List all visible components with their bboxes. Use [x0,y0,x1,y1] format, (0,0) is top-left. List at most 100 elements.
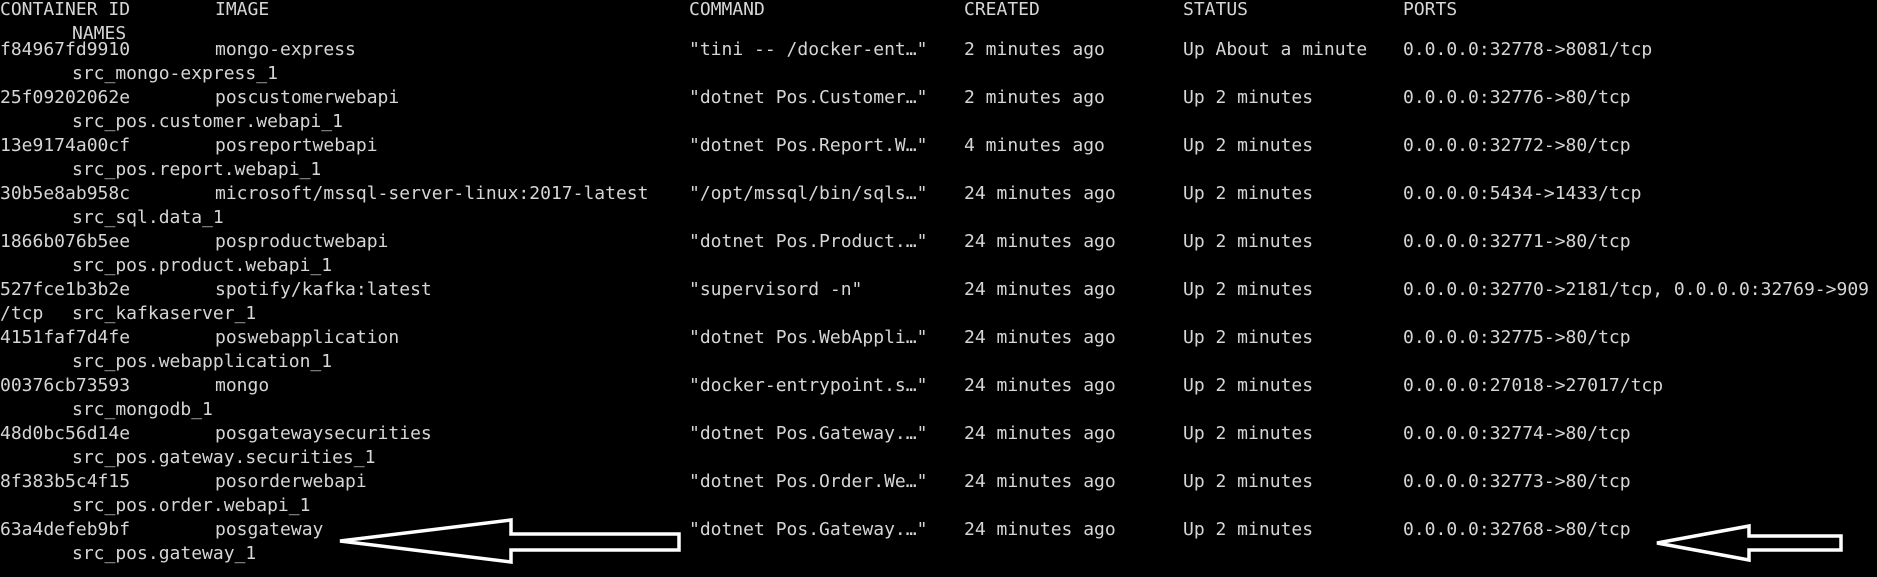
table-row-names: src_mongo-express_1 [0,62,1877,86]
table-row: f84967fd9910 mongo-express "tini -- /docke… [0,38,1877,62]
cell-created: 24 minutes ago [964,279,1116,300]
cell-container-id: 25f09202062e [0,87,131,108]
cell-status: Up 2 minutes [1183,231,1314,252]
cell-command: "tini -- /docker-ent…" [689,39,928,60]
ports-pointer-arrow [1656,523,1843,563]
cell-container-id: 13e9174a00cf [0,135,131,156]
cell-status: Up About a minute [1183,39,1368,60]
cell-status: Up 2 minutes [1183,375,1314,396]
header-created: CREATED [964,0,1040,20]
cell-command: "dotnet Pos.Product.…" [689,231,928,252]
cell-command: "dotnet Pos.Customer…" [689,87,928,108]
table-row: 1866b076b5ee posproductwebapi "dotnet Pos.… [0,230,1877,254]
header-container-id: CONTAINER ID [0,0,131,20]
table-row-names: src_pos.order.webapi_1 [0,494,1877,518]
table-row-names: /tcp src_kafkaserver_1 [0,302,1877,326]
cell-names: src_sql.data_1 [72,207,224,228]
cell-container-id: 63a4defeb9bf [0,519,131,540]
cell-ports: 0.0.0.0:32773->80/tcp [1403,471,1631,492]
cell-status: Up 2 minutes [1183,423,1314,444]
cell-container-id: 30b5e8ab958c [0,183,131,204]
table-row: 25f09202062e poscustomerwebapi "dotnet Pos… [0,86,1877,110]
cell-created: 24 minutes ago [964,519,1116,540]
header-status: STATUS [1183,0,1249,20]
cell-image: poscustomerwebapi [215,87,400,108]
table-row-names: src_pos.report.webapi_1 [0,158,1877,182]
cell-created: 24 minutes ago [964,231,1116,252]
cell-container-id: 4151faf7d4fe [0,327,131,348]
cell-container-id: f84967fd9910 [0,39,131,60]
cell-created: 24 minutes ago [964,183,1116,204]
cell-names: src_pos.gateway_1 [72,543,257,564]
cell-image: posproductwebapi [215,231,389,252]
cell-command: "docker-entrypoint.s…" [689,375,928,396]
cell-ports: 0.0.0.0:32774->80/tcp [1403,423,1631,444]
cell-created: 2 minutes ago [964,87,1105,108]
cell-ports: 0.0.0.0:32768->80/tcp [1403,519,1631,540]
cell-container-id: 527fce1b3b2e [0,279,131,300]
cell-names: src_pos.customer.webapi_1 [72,111,343,132]
cell-status: Up 2 minutes [1183,87,1314,108]
table-row: 8f383b5c4f15 posorderwebapi "dotnet Pos.Or… [0,470,1877,494]
cell-image: microsoft/mssql-server-linux:2017-latest [215,183,649,204]
header-command: COMMAND [689,0,765,20]
cell-names: src_kafkaserver_1 [72,303,257,324]
cell-names: src_pos.report.webapi_1 [72,159,322,180]
cell-image: mongo [215,375,270,396]
cell-ports: 0.0.0.0:32778->8081/tcp [1403,39,1653,60]
cell-ports: 0.0.0.0:5434->1433/tcp [1403,183,1642,204]
terminal-window[interactable]: CONTAINER ID IMAGE COMMAND CREATED STATU… [0,0,1877,577]
cell-command: "dotnet Pos.WebAppli…" [689,327,928,348]
cell-image: posorderwebapi [215,471,367,492]
cell-image: poswebapplication [215,327,400,348]
cell-command: "dotnet Pos.Report.W…" [689,135,928,156]
cell-names: src_pos.product.webapi_1 [72,255,333,276]
cell-status: Up 2 minutes [1183,327,1314,348]
cell-image: posgatewaysecurities [215,423,432,444]
table-row-names: src_pos.gateway.securities_1 [0,446,1877,470]
table-row-names: src_pos.webapplication_1 [0,350,1877,374]
cell-command: "dotnet Pos.Order.We…" [689,471,928,492]
cell-names: src_mongo-express_1 [72,63,278,84]
cell-created: 4 minutes ago [964,135,1105,156]
cell-created: 24 minutes ago [964,423,1116,444]
header-row: CONTAINER ID IMAGE COMMAND CREATED STATU… [0,0,1877,22]
table-row-names: src_pos.product.webapi_1 [0,254,1877,278]
table-row: 00376cb73593 mongo "docker-entrypoint.s…" 2… [0,374,1877,398]
cell-image: spotify/kafka:latest [215,279,432,300]
cell-created: 24 minutes ago [964,375,1116,396]
cell-container-id: 1866b076b5ee [0,231,131,252]
image-pointer-arrow [339,518,681,564]
cell-command: "dotnet Pos.Gateway.…" [689,519,928,540]
cell-status: Up 2 minutes [1183,519,1314,540]
cell-names: src_pos.webapplication_1 [72,351,333,372]
cell-created: 24 minutes ago [964,327,1116,348]
cell-image: posreportwebapi [215,135,378,156]
cell-container-id: 00376cb73593 [0,375,131,396]
cell-image: posgateway [215,519,324,540]
cell-ports: 0.0.0.0:32772->80/tcp [1403,135,1631,156]
cell-ports: 0.0.0.0:32776->80/tcp [1403,87,1631,108]
cell-names: src_pos.gateway.securities_1 [72,447,376,468]
table-row-names: src_pos.gateway_1 [0,542,1877,566]
cell-created: 2 minutes ago [964,39,1105,60]
cell-status: Up 2 minutes [1183,183,1314,204]
cell-container-id: 48d0bc56d14e [0,423,131,444]
cell-ports: 0.0.0.0:27018->27017/tcp [1403,375,1664,396]
table-row: 30b5e8ab958c microsoft/mssql-server-linux… [0,182,1877,206]
cell-names: src_pos.order.webapi_1 [72,495,311,516]
table-row: 63a4defeb9bf posgateway "dotnet Pos.Gatewa… [0,518,1877,542]
cell-ports: 0.0.0.0:32775->80/tcp [1403,327,1631,348]
cell-ports: 0.0.0.0:32770->2181/tcp, 0.0.0.0:32769->… [1403,279,1869,300]
cell-image: mongo-express [215,39,356,60]
cell-status: Up 2 minutes [1183,135,1314,156]
table-row-names: src_sql.data_1 [0,206,1877,230]
table-row-names: src_mongodb_1 [0,398,1877,422]
cell-command: "dotnet Pos.Gateway.…" [689,423,928,444]
cell-ports-wrap: /tcp [0,303,44,324]
cell-ports: 0.0.0.0:32771->80/tcp [1403,231,1631,252]
header-image: IMAGE [215,0,270,20]
cell-status: Up 2 minutes [1183,279,1314,300]
cell-status: Up 2 minutes [1183,471,1314,492]
table-row: 48d0bc56d14e posgatewaysecurities "dotnet … [0,422,1877,446]
